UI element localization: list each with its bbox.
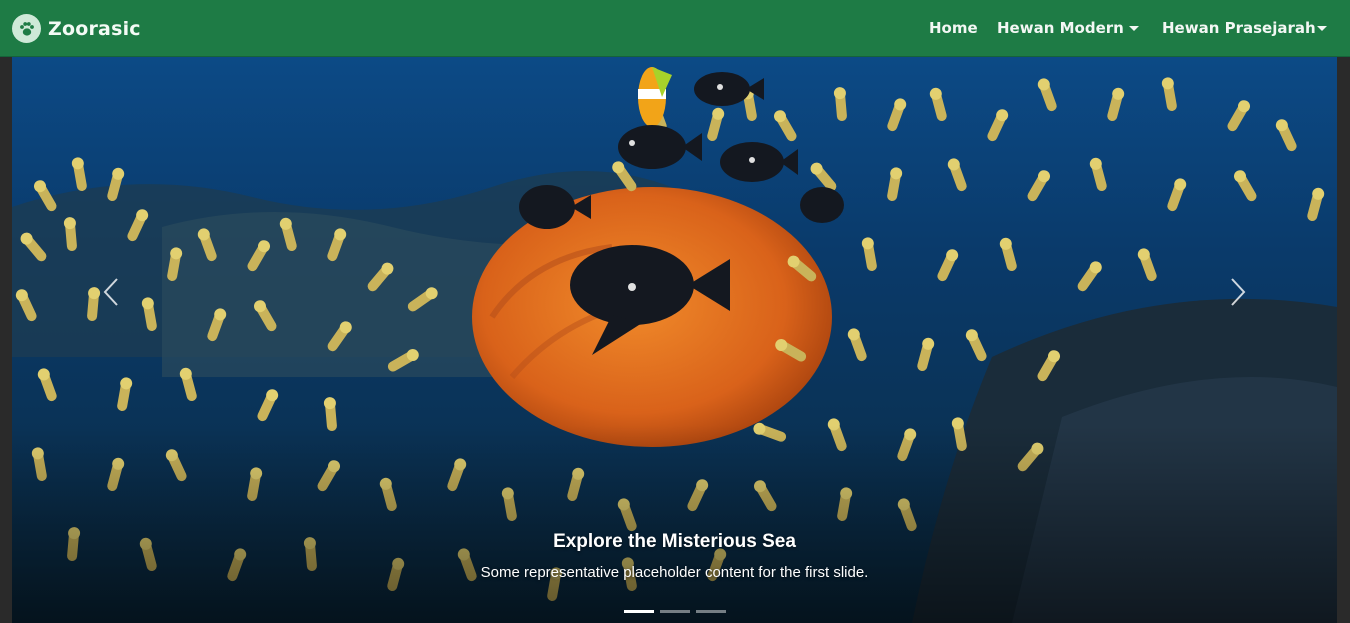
carousel-next-button[interactable] [1203,257,1273,327]
chevron-left-icon [103,278,118,306]
slide-caption-text: Some representative placeholder content … [480,564,869,581]
carousel-indicator-2[interactable] [660,610,690,613]
nav-hewan-prasejarah[interactable]: Hewan Prasejarah [1162,19,1316,37]
chevron-down-icon[interactable] [1129,26,1139,31]
navbar: Zoorasic Home Hewan Modern Hewan Praseja… [0,0,1350,57]
chevron-right-icon [1231,278,1246,306]
slide-caption-title: Explore the Misterious Sea [553,531,796,552]
brand-name: Zoorasic [48,17,141,40]
chevron-down-icon[interactable] [1317,26,1327,31]
carousel-prev-button[interactable] [76,257,146,327]
brand[interactable]: Zoorasic [12,13,141,44]
hero-carousel: Explore the Misterious Sea Some represen… [12,57,1337,623]
nav-hewan-modern[interactable]: Hewan Modern [997,19,1124,37]
carousel-indicator-1[interactable] [624,610,654,613]
carousel-indicators [624,610,726,613]
carousel-indicator-3[interactable] [696,610,726,613]
nav-home[interactable]: Home [929,19,978,37]
paw-icon [12,14,41,43]
